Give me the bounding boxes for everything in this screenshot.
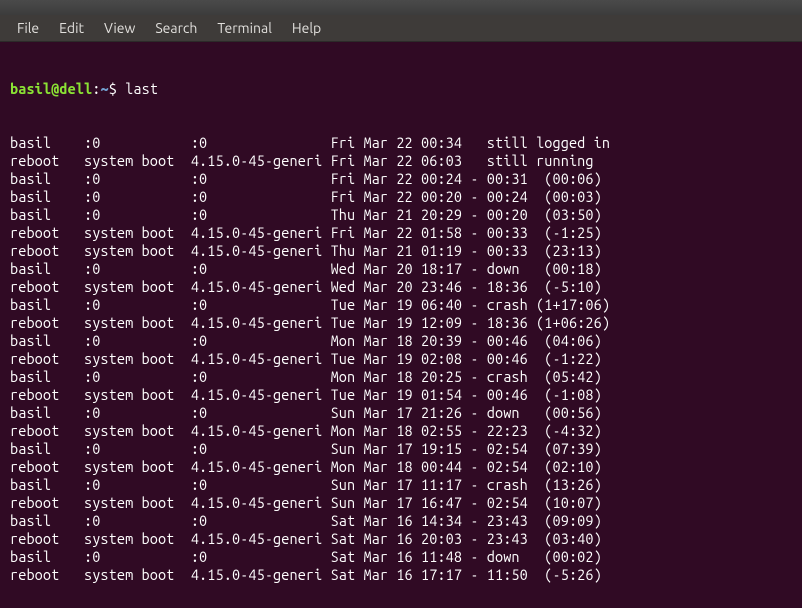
output-row: basil :0 :0 Wed Mar 20 18:17 - down (00:… bbox=[10, 260, 796, 278]
output-row: basil :0 :0 Fri Mar 22 00:34 still logge… bbox=[10, 134, 796, 152]
menu-help[interactable]: Help bbox=[283, 16, 330, 40]
output-row: basil :0 :0 Thu Mar 21 20:29 - 00:20 (03… bbox=[10, 206, 796, 224]
output-row: basil :0 :0 Sun Mar 17 11:17 - crash (13… bbox=[10, 476, 796, 494]
prompt-symbol: $ bbox=[109, 80, 125, 97]
output-rows: basil :0 :0 Fri Mar 22 00:34 still logge… bbox=[10, 134, 796, 584]
output-row: reboot system boot 4.15.0-45-generi Sat … bbox=[10, 566, 796, 584]
output-row: reboot system boot 4.15.0-45-generi Tue … bbox=[10, 314, 796, 332]
output-row: reboot system boot 4.15.0-45-generi Sat … bbox=[10, 530, 796, 548]
output-row: reboot system boot 4.15.0-45-generi Thu … bbox=[10, 242, 796, 260]
output-row: reboot system boot 4.15.0-45-generi Fri … bbox=[10, 224, 796, 242]
prompt-host: dell bbox=[59, 80, 92, 97]
prompt-path: ~ bbox=[100, 80, 108, 97]
menu-view[interactable]: View bbox=[95, 16, 144, 40]
prompt-line: basil@dell:~$ last bbox=[10, 80, 796, 98]
output-row: basil :0 :0 Mon Mar 18 20:25 - crash (05… bbox=[10, 368, 796, 386]
output-row: reboot system boot 4.15.0-45-generi Mon … bbox=[10, 422, 796, 440]
menu-terminal[interactable]: Terminal bbox=[208, 16, 281, 40]
menu-file[interactable]: File bbox=[8, 16, 48, 40]
output-row: reboot system boot 4.15.0-45-generi Tue … bbox=[10, 350, 796, 368]
output-row: basil :0 :0 Tue Mar 19 06:40 - crash (1+… bbox=[10, 296, 796, 314]
output-row: reboot system boot 4.15.0-45-generi Wed … bbox=[10, 278, 796, 296]
output-row: reboot system boot 4.15.0-45-generi Mon … bbox=[10, 458, 796, 476]
menubar: File Edit View Search Terminal Help bbox=[0, 15, 802, 42]
output-row: reboot system boot 4.15.0-45-generi Tue … bbox=[10, 386, 796, 404]
output-row: basil :0 :0 Sun Mar 17 19:15 - 02:54 (07… bbox=[10, 440, 796, 458]
output-row: basil :0 :0 Sun Mar 17 21:26 - down (00:… bbox=[10, 404, 796, 422]
output-row: basil :0 :0 Sat Mar 16 14:34 - 23:43 (09… bbox=[10, 512, 796, 530]
output-row: basil :0 :0 Sat Mar 16 11:48 - down (00:… bbox=[10, 548, 796, 566]
command-text: last bbox=[125, 80, 158, 97]
output-row: basil :0 :0 Fri Mar 22 00:20 - 00:24 (00… bbox=[10, 188, 796, 206]
menu-edit[interactable]: Edit bbox=[50, 16, 93, 40]
output-row: basil :0 :0 Fri Mar 22 00:24 - 00:31 (00… bbox=[10, 170, 796, 188]
output-row: reboot system boot 4.15.0-45-generi Fri … bbox=[10, 152, 796, 170]
window-titlebar bbox=[0, 0, 802, 15]
prompt-user: basil bbox=[10, 80, 51, 97]
terminal-viewport[interactable]: basil@dell:~$ last basil :0 :0 Fri Mar 2… bbox=[0, 42, 802, 608]
menu-search[interactable]: Search bbox=[146, 16, 206, 40]
output-row: reboot system boot 4.15.0-45-generi Sun … bbox=[10, 494, 796, 512]
output-row: basil :0 :0 Mon Mar 18 20:39 - 00:46 (04… bbox=[10, 332, 796, 350]
